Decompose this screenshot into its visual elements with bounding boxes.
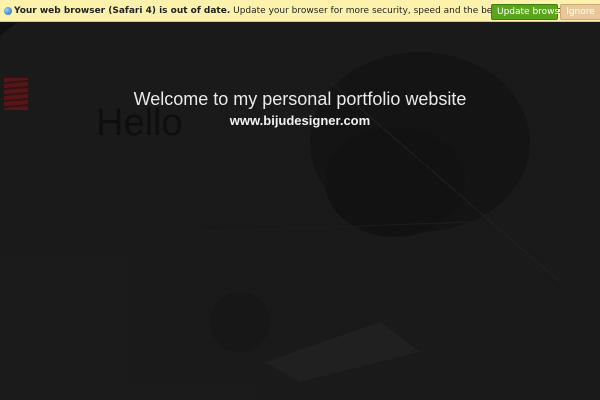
welcome-message: Welcome to my personal portfolio website bbox=[133, 89, 467, 109]
update-browser-button[interactable]: Update browser bbox=[491, 4, 568, 20]
notice-bold-text: Your web browser (Safari 4) is out of da… bbox=[14, 5, 231, 16]
welcome-overlay: Welcome to my personal portfolio website… bbox=[0, 22, 600, 400]
site-url: www.bijudesigner.com bbox=[229, 113, 371, 128]
ignore-button[interactable]: Ignore bbox=[560, 4, 600, 20]
browser-update-notice: Your web browser (Safari 4) is out of da… bbox=[0, 0, 600, 22]
browser-globe-icon bbox=[4, 6, 12, 15]
